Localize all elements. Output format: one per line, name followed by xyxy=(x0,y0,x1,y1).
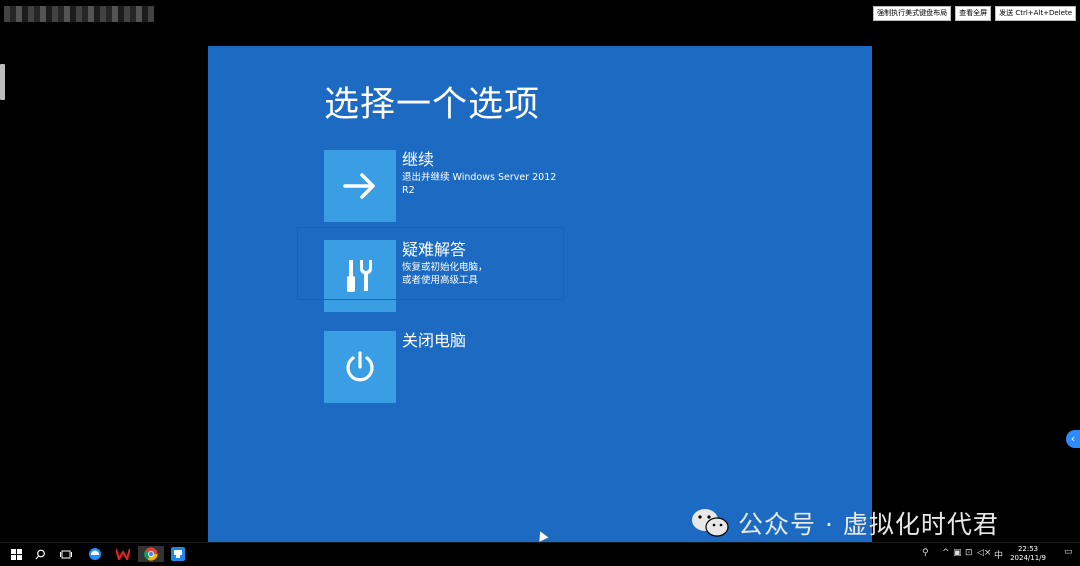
force-us-keyboard-button[interactable]: 强制执行美式键盘布局 xyxy=(873,6,952,21)
chevron-up-icon[interactable]: ^ xyxy=(942,548,950,558)
app-icon[interactable] xyxy=(170,546,186,562)
continue-tile[interactable] xyxy=(324,150,396,222)
option-title: 继续 xyxy=(402,150,435,169)
blurred-window-title xyxy=(4,6,154,22)
security-icon[interactable]: ▣ xyxy=(953,548,962,558)
wps-icon[interactable] xyxy=(115,546,131,562)
notification-icon[interactable]: ▭ xyxy=(1064,547,1073,557)
power-icon xyxy=(346,351,374,382)
option-continue[interactable]: 继续 退出并继续 Windows Server 2012 R2 xyxy=(324,150,664,222)
watermark: 公众号 · 虚拟化时代君 xyxy=(690,505,999,541)
ime-indicator[interactable]: 中 xyxy=(994,548,1003,561)
option-desc: 退出并继续 Windows Server 2012 R2 xyxy=(402,172,557,196)
people-icon[interactable]: ⚲ xyxy=(922,548,929,558)
page-title: 选择一个选项 xyxy=(324,85,541,125)
system-tray: ⚲ ^ ▣ ⊡ ◁× 中 22:53 2024/11/9 ▭ xyxy=(910,543,1080,566)
chrome-icon[interactable] xyxy=(138,546,164,562)
volume-icon[interactable]: ◁× xyxy=(977,548,991,558)
left-panel-handle[interactable] xyxy=(0,64,5,100)
chevron-left-icon[interactable]: ‹ xyxy=(1066,430,1080,448)
clock[interactable]: 22:53 2024/11/9 xyxy=(1010,545,1046,563)
fullscreen-button[interactable]: 查看全屏 xyxy=(955,6,992,21)
send-ctrl-alt-del-button[interactable]: 发送 Ctrl+Alt+Delete xyxy=(995,6,1076,21)
shutdown-tile[interactable] xyxy=(324,331,396,403)
option-title: 关闭电脑 xyxy=(402,331,467,350)
arrow-right-icon xyxy=(343,173,375,199)
windows-start-icon[interactable] xyxy=(8,546,24,562)
network-icon[interactable]: ⊡ xyxy=(965,548,973,558)
search-icon[interactable] xyxy=(32,546,48,562)
taskbar: ⚲ ^ ▣ ⊡ ◁× 中 22:53 2024/11/9 ▭ xyxy=(0,542,1080,566)
clock-date: 2024/11/9 xyxy=(1010,554,1046,562)
console-toolbar: 强制执行美式键盘布局 查看全屏 发送 Ctrl+Alt+Delete xyxy=(873,6,1076,21)
highlight-annotation xyxy=(297,227,564,300)
task-view-icon[interactable] xyxy=(58,546,74,562)
edge-icon[interactable] xyxy=(87,546,103,562)
wechat-icon xyxy=(692,509,729,537)
watermark-text: 公众号 · 虚拟化时代君 xyxy=(738,510,999,539)
option-shutdown[interactable]: 关闭电脑 xyxy=(324,331,664,403)
clock-time: 22:53 xyxy=(1017,545,1039,553)
